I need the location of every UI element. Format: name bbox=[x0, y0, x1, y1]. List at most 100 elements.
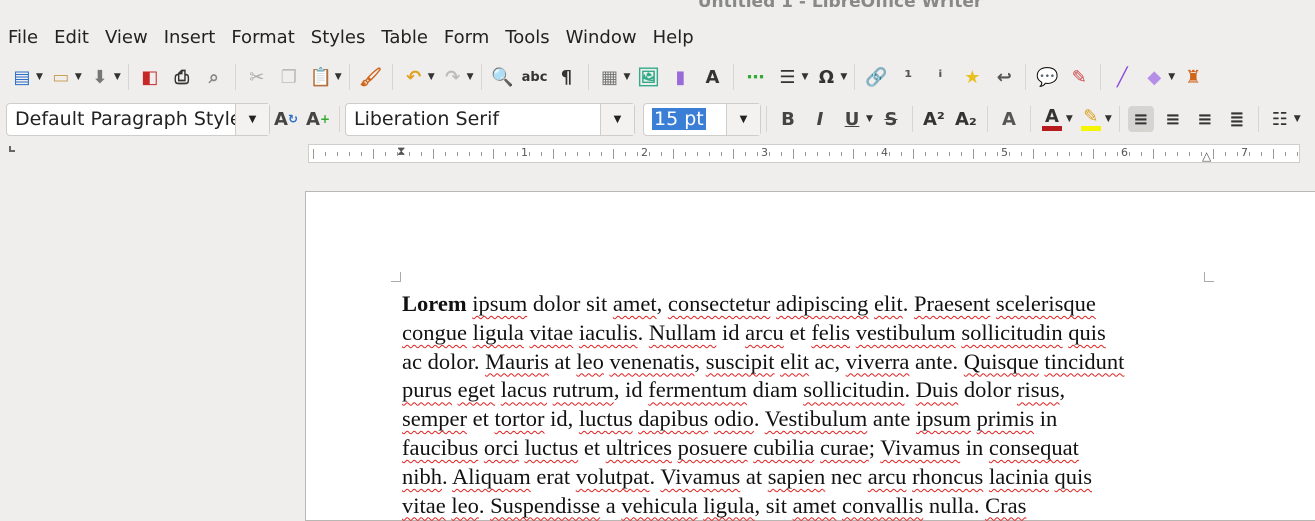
print-icon[interactable]: ⎙ bbox=[169, 64, 195, 90]
misspelled-word[interactable]: vehicula bbox=[621, 493, 697, 518]
clear-formatting-icon[interactable]: A bbox=[996, 106, 1022, 132]
misspelled-word[interactable]: Vivamus bbox=[880, 435, 960, 460]
subscript-icon[interactable]: A₂ bbox=[953, 106, 979, 132]
menu-format[interactable]: Format bbox=[223, 26, 302, 50]
dropdown-arrow-icon[interactable]: ▼ bbox=[467, 72, 474, 82]
hyperlink-icon[interactable]: 🔗 bbox=[863, 64, 889, 90]
misspelled-word[interactable]: ipsum bbox=[472, 291, 527, 316]
menu-insert[interactable]: Insert bbox=[156, 26, 224, 50]
misspelled-word[interactable]: dapibus bbox=[638, 406, 708, 431]
justify-icon[interactable]: ≣ bbox=[1224, 106, 1250, 132]
insert-field-icon[interactable]: ☰ bbox=[774, 64, 800, 90]
misspelled-word[interactable]: risus bbox=[1017, 377, 1060, 402]
cross-reference-icon[interactable]: ↩ bbox=[991, 64, 1017, 90]
misspelled-word[interactable]: volutpat bbox=[576, 464, 650, 489]
open-folder-icon[interactable]: ▭ bbox=[48, 64, 74, 90]
bullet-list-icon[interactable]: ☷ bbox=[1267, 106, 1293, 132]
misspelled-word[interactable]: sapien bbox=[768, 464, 825, 489]
tab-stop-type-icon[interactable] bbox=[9, 146, 15, 152]
misspelled-word[interactable]: luctus bbox=[524, 435, 578, 460]
redo-icon[interactable]: ↷ bbox=[440, 64, 466, 90]
misspelled-word[interactable]: sollicitudin bbox=[961, 320, 1062, 345]
bookmark-icon[interactable]: ★ bbox=[959, 64, 985, 90]
chevron-down-icon[interactable]: ▼ bbox=[726, 103, 760, 135]
misspelled-word[interactable]: faucibus bbox=[402, 435, 478, 460]
misspelled-word[interactable]: nibh bbox=[402, 464, 442, 489]
basic-shapes-icon[interactable]: ◆ bbox=[1141, 64, 1167, 90]
dropdown-arrow-icon[interactable]: ▼ bbox=[866, 114, 873, 124]
menu-file[interactable]: File bbox=[0, 26, 46, 50]
misspelled-word[interactable]: Aliquam bbox=[452, 464, 531, 489]
misspelled-word[interactable]: fermentum bbox=[648, 377, 747, 402]
dropdown-arrow-icon[interactable]: ▼ bbox=[114, 72, 121, 82]
text-line[interactable]: nibh. Aliquam erat volutpat. Vivamus at … bbox=[402, 463, 1124, 492]
font-size-value[interactable]: 15 pt bbox=[652, 108, 706, 130]
misspelled-word[interactable]: convallis bbox=[842, 493, 923, 518]
misspelled-word[interactable]: Mauris bbox=[485, 349, 549, 374]
misspelled-word[interactable]: congue bbox=[402, 320, 467, 345]
highlight-color-icon[interactable]: ✎ bbox=[1078, 106, 1104, 132]
bold-icon[interactable]: B bbox=[775, 106, 801, 132]
document-text[interactable]: Lorem ipsum dolor sit amet, consectetur … bbox=[402, 290, 1124, 520]
misspelled-word[interactable]: rutrum bbox=[553, 377, 614, 402]
misspelled-word[interactable]: luctus bbox=[579, 406, 633, 431]
horizontal-ruler[interactable]: ⧗ △ 1 2 3 4 5 6 7 bbox=[308, 144, 1300, 163]
misspelled-word[interactable]: consequat bbox=[989, 435, 1079, 460]
misspelled-word[interactable]: amet bbox=[793, 493, 837, 518]
misspelled-word[interactable]: scelerisque bbox=[996, 291, 1096, 316]
misspelled-word[interactable]: vitae bbox=[529, 320, 573, 345]
print-preview-icon[interactable]: ⌕ bbox=[201, 64, 227, 90]
find-replace-icon[interactable]: 🔍 bbox=[490, 64, 516, 90]
formatting-marks-icon[interactable]: ¶ bbox=[554, 64, 580, 90]
new-style-icon[interactable]: A + bbox=[305, 106, 331, 132]
misspelled-word[interactable]: consectetur bbox=[668, 291, 770, 316]
update-style-icon[interactable]: A ↻ bbox=[273, 106, 299, 132]
misspelled-word[interactable]: ipsum bbox=[916, 406, 971, 431]
dropdown-arrow-icon[interactable]: ▼ bbox=[801, 72, 808, 82]
menu-table[interactable]: Table bbox=[373, 26, 436, 50]
right-indent-marker-icon[interactable]: △ bbox=[1202, 149, 1211, 163]
document-page[interactable]: Lorem ipsum dolor sit amet, consectetur … bbox=[305, 191, 1315, 521]
misspelled-word[interactable]: orci bbox=[484, 435, 519, 460]
insert-image-icon[interactable]: 🖼 bbox=[635, 64, 661, 90]
spelling-icon[interactable]: abc bbox=[522, 64, 548, 90]
text-line[interactable]: ac dolor. Mauris at leo venenatis, susci… bbox=[402, 348, 1124, 377]
misspelled-word[interactable]: Nullam bbox=[649, 320, 717, 345]
dropdown-arrow-icon[interactable]: ▼ bbox=[75, 72, 82, 82]
insert-textbox-icon[interactable]: A bbox=[699, 64, 725, 90]
paragraph-style-value[interactable]: Default Paragraph Style bbox=[7, 108, 235, 130]
misspelled-word[interactable]: Cras bbox=[985, 493, 1026, 518]
align-left-icon[interactable]: ≡ bbox=[1127, 106, 1154, 132]
misspelled-word[interactable]: viverra bbox=[846, 349, 910, 374]
menu-tools[interactable]: Tools bbox=[497, 26, 557, 50]
misspelled-word[interactable]: quis bbox=[1068, 320, 1106, 345]
font-name-combo[interactable]: Liberation Serif ▼ bbox=[345, 102, 635, 136]
chevron-down-icon[interactable]: ▼ bbox=[235, 103, 269, 135]
misspelled-word[interactable]: lacinia bbox=[989, 464, 1049, 489]
footnote-icon[interactable]: ¹ bbox=[895, 64, 921, 90]
misspelled-word[interactable]: quis bbox=[1055, 464, 1093, 489]
line-icon[interactable]: ╱ bbox=[1109, 64, 1135, 90]
misspelled-word[interactable]: purus bbox=[402, 377, 452, 402]
misspelled-word[interactable]: tincidunt bbox=[1044, 349, 1124, 374]
misspelled-word[interactable]: ultrices bbox=[606, 435, 672, 460]
endnote-icon[interactable]: ⁱ bbox=[927, 64, 953, 90]
misspelled-word[interactable]: primis bbox=[977, 406, 1035, 431]
menu-help[interactable]: Help bbox=[645, 26, 702, 50]
cut-icon[interactable]: ✂ bbox=[244, 64, 270, 90]
misspelled-word[interactable]: curae bbox=[820, 435, 869, 460]
menu-form[interactable]: Form bbox=[436, 26, 497, 50]
undo-icon[interactable]: ↶ bbox=[401, 64, 427, 90]
underline-icon[interactable]: U bbox=[839, 106, 865, 132]
chevron-down-icon[interactable]: ▼ bbox=[600, 103, 634, 135]
misspelled-word[interactable]: Quisque bbox=[964, 349, 1039, 374]
misspelled-word[interactable]: Suspendisse bbox=[490, 493, 600, 518]
misspelled-word[interactable]: felis bbox=[811, 320, 850, 345]
misspelled-word[interactable]: arcu bbox=[745, 320, 784, 345]
misspelled-word[interactable]: cubilia bbox=[753, 435, 814, 460]
misspelled-word[interactable]: iaculis bbox=[579, 320, 638, 345]
dropdown-arrow-icon[interactable]: ▼ bbox=[1066, 114, 1073, 124]
new-document-icon[interactable]: ▤ bbox=[9, 64, 35, 90]
comment-icon[interactable]: 💬 bbox=[1034, 64, 1060, 90]
special-character-icon[interactable]: Ω bbox=[813, 64, 839, 90]
